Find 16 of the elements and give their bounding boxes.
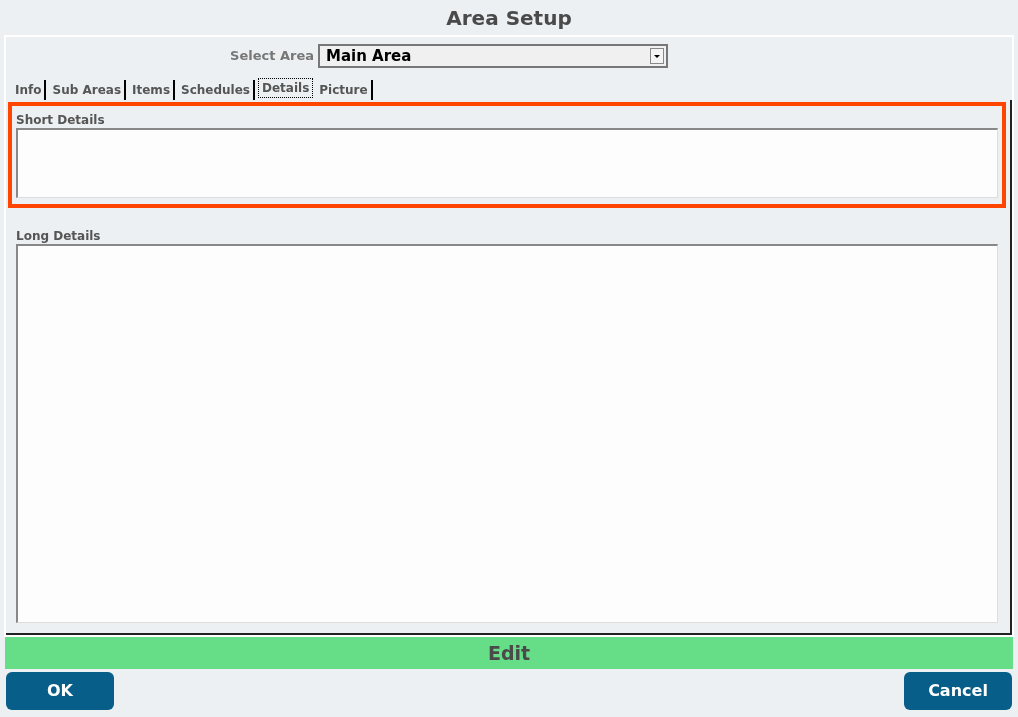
mode-bar: Edit: [5, 637, 1013, 669]
details-field[interactable]: [16, 244, 998, 623]
select-area-label: Select Area: [230, 47, 314, 66]
dialog-button[interactable]: OK: [6, 672, 114, 710]
field-label: Long Details: [16, 228, 102, 244]
field-label: Short Details: [16, 112, 106, 128]
details-field[interactable]: [16, 128, 998, 198]
tab[interactable]: Schedules: [178, 80, 255, 100]
tab[interactable]: Info: [12, 80, 47, 100]
tab[interactable]: Sub Areas: [49, 80, 127, 100]
tab[interactable]: Picture: [316, 80, 373, 100]
tab[interactable]: Items: [129, 80, 176, 100]
dialog-button[interactable]: Cancel: [904, 672, 1012, 710]
area-dropdown[interactable]: Main Area: [318, 44, 668, 68]
tab[interactable]: Details: [258, 78, 314, 98]
window-title: Area Setup: [446, 4, 572, 32]
